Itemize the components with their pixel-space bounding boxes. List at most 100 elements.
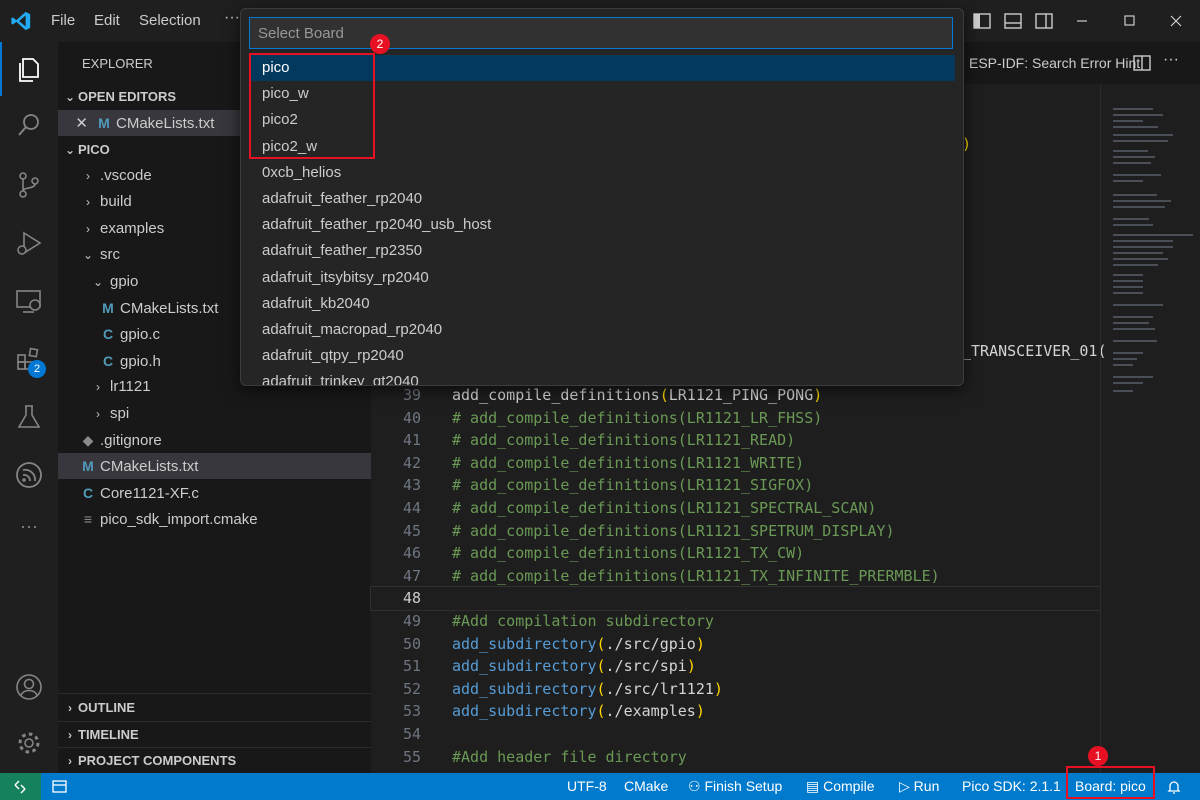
code-line[interactable]: 42 # add_compile_definitions(LR1121_WRITE… — [371, 452, 1100, 475]
board-option-0xcb-helios[interactable]: 0xcb_helios — [249, 160, 955, 186]
annotation-marker-2: 2 — [370, 34, 390, 54]
code-argument: ./src/gpio — [605, 634, 696, 653]
code-line[interactable]: 51 add_subdirectory(./src/spi) — [371, 655, 1100, 678]
line-number: 46 — [402, 544, 421, 563]
tree-item-core1121-xf-c[interactable]: C Core1121-XF.c — [58, 480, 371, 506]
tree-item-spi[interactable]: › spi — [58, 401, 371, 427]
code-line[interactable]: 54 — [371, 723, 1100, 746]
remote-indicator[interactable] — [0, 773, 41, 800]
code-line[interactable]: 53 add_subdirectory(./examples) — [371, 700, 1100, 723]
tree-item-pico-sdk-import-cmake[interactable]: ≡ pico_sdk_import.cmake — [58, 506, 371, 532]
board-option-adafruit-feather-rp2350[interactable]: adafruit_feather_rp2350 — [249, 238, 955, 264]
code-comment: # add_compile_definitions(LR1121_WRITE) — [452, 453, 805, 472]
ports-icon[interactable] — [52, 779, 68, 794]
menu-file[interactable]: File — [51, 12, 75, 29]
line-number: 52 — [402, 679, 421, 698]
language-mode-status[interactable]: CMake — [624, 773, 668, 800]
board-option-adafruit-itsybitsy-rp2040[interactable]: adafruit_itsybitsy_rp2040 — [249, 265, 955, 291]
code-line[interactable]: 46 # add_compile_definitions(LR1121_TX_CW… — [371, 542, 1100, 565]
toggle-primary-sidebar-icon[interactable] — [971, 10, 993, 32]
board-option-adafruit-feather-rp2040[interactable]: adafruit_feather_rp2040 — [249, 186, 955, 212]
board-option-adafruit-qtpy-rp2040[interactable]: adafruit_qtpy_rp2040 — [249, 343, 955, 369]
encoding-status[interactable]: UTF-8 — [567, 773, 607, 800]
toggle-secondary-sidebar-icon[interactable] — [1033, 10, 1055, 32]
run-button[interactable]: ▷ Run — [899, 773, 939, 800]
finish-setup-button[interactable]: ⚇ Finish Setup — [688, 773, 782, 800]
code-line[interactable]: 47 # add_compile_definitions(LR1121_TX_IN… — [371, 565, 1100, 588]
remote-explorer-icon[interactable] — [14, 286, 44, 316]
code-comment: #Add header file directory — [452, 747, 687, 766]
pico-sdk-version[interactable]: Pico SDK: 2.1.1 — [962, 773, 1061, 800]
more-icon[interactable]: ··· — [14, 516, 44, 546]
c-file-icon: C — [102, 352, 114, 369]
project-components-header[interactable]: › PROJECT COMPONENTS — [58, 748, 371, 774]
minimize-icon[interactable] — [1071, 10, 1093, 32]
tree-item-label: examples — [100, 219, 165, 237]
code-line[interactable]: 55 #Add header file directory — [371, 746, 1100, 769]
timeline-header[interactable]: › TIMELINE — [58, 722, 371, 748]
account-icon[interactable] — [14, 672, 44, 702]
copilot-icon: ⚇ — [688, 778, 701, 794]
highlight-box-board-status — [1066, 766, 1155, 799]
run-icon: ▷ — [899, 778, 910, 794]
code-line[interactable]: 48 — [370, 586, 1101, 612]
code-line[interactable]: 45 # add_compile_definitions(LR1121_SPETR… — [371, 520, 1100, 543]
code-line[interactable]: 44 # add_compile_definitions(LR1121_SPECT… — [371, 497, 1100, 520]
code-line[interactable]: 43 # add_compile_definitions(LR1121_SIGFO… — [371, 474, 1100, 497]
line-number: 50 — [402, 634, 421, 653]
explorer-icon[interactable] — [14, 54, 44, 84]
code-comment: # add_compile_definitions(LR1121_READ) — [452, 431, 796, 450]
tree-item-label: gpio — [110, 272, 139, 290]
code-line[interactable]: 50 add_subdirectory(./src/gpio) — [371, 633, 1100, 656]
outline-header[interactable]: › OUTLINE — [58, 695, 371, 721]
line-number: 39 — [402, 386, 421, 404]
esp-idf-icon[interactable] — [14, 460, 44, 490]
menu-edit[interactable]: Edit — [94, 12, 120, 29]
notifications-bell-icon[interactable] — [1166, 779, 1182, 795]
menu-more[interactable]: ··· — [224, 9, 240, 27]
board-option-adafruit-kb2040[interactable]: adafruit_kb2040 — [249, 291, 955, 317]
line-number: 40 — [402, 408, 421, 427]
c-file-icon: C — [82, 484, 94, 501]
line-number: 49 — [402, 612, 421, 630]
code-comment: # add_compile_definitions(LR1121_SPETRUM… — [452, 521, 895, 540]
settings-gear-icon[interactable] — [14, 728, 44, 758]
code-line[interactable]: 39 add_compile_definitions(LR1121_PING_PO… — [371, 384, 1100, 407]
line-number: 54 — [402, 725, 421, 743]
active-indicator — [0, 42, 2, 96]
board-option-adafruit-feather-rp2040-usb-host[interactable]: adafruit_feather_rp2040_usb_host — [249, 212, 955, 238]
board-option-adafruit-trinkey-qt2040[interactable]: adafruit_trinkey_qt2040 — [249, 369, 955, 385]
line-number: 53 — [402, 702, 421, 721]
tree-item-gitignore[interactable]: ◆ .gitignore — [58, 427, 371, 453]
source-control-icon[interactable] — [14, 170, 44, 200]
line-number: 42 — [402, 453, 421, 472]
toggle-panel-icon[interactable] — [1002, 10, 1024, 32]
editor-more-actions-icon[interactable]: ··· — [1163, 51, 1179, 69]
line-number: 48 — [402, 589, 421, 608]
explorer-title: EXPLORER — [82, 56, 153, 71]
menu-selection[interactable]: Selection — [139, 12, 201, 29]
compile-button[interactable]: ▤ Compile — [806, 773, 874, 800]
minimap[interactable] — [1101, 84, 1200, 773]
select-board-input[interactable] — [249, 17, 953, 49]
line-number: 51 — [402, 657, 421, 676]
close-editor-icon[interactable]: ✕ — [58, 111, 88, 137]
esp-idf-search-error-hint[interactable]: ESP-IDF: Search Error Hint — [969, 55, 1140, 71]
c-file-icon: C — [102, 326, 114, 343]
code-line[interactable]: 49 #Add compilation subdirectory — [371, 610, 1100, 633]
code-function: add_subdirectory — [452, 679, 597, 698]
annotation-marker-1: 1 — [1088, 746, 1108, 766]
code-line[interactable]: 40 # add_compile_definitions(LR1121_LR_FH… — [371, 407, 1100, 430]
maximize-icon[interactable] — [1118, 10, 1140, 32]
search-icon[interactable] — [14, 110, 44, 140]
code-comment: # add_compile_definitions(LR1121_TX_INFI… — [452, 566, 940, 585]
tree-item-cmakelists-txt[interactable]: M CMakeLists.txt — [58, 453, 371, 480]
close-window-icon[interactable] — [1165, 10, 1187, 32]
run-debug-icon[interactable] — [14, 228, 44, 258]
code-line[interactable]: 41 # add_compile_definitions(LR1121_READ) — [371, 429, 1100, 452]
split-editor-icon[interactable] — [1132, 53, 1152, 73]
board-option-adafruit-macropad-rp2040[interactable]: adafruit_macropad_rp2040 — [249, 317, 955, 343]
testing-icon[interactable] — [14, 402, 44, 432]
vscode-logo-icon[interactable] — [10, 10, 32, 32]
code-line[interactable]: 52 add_subdirectory(./src/lr1121) — [371, 678, 1100, 701]
